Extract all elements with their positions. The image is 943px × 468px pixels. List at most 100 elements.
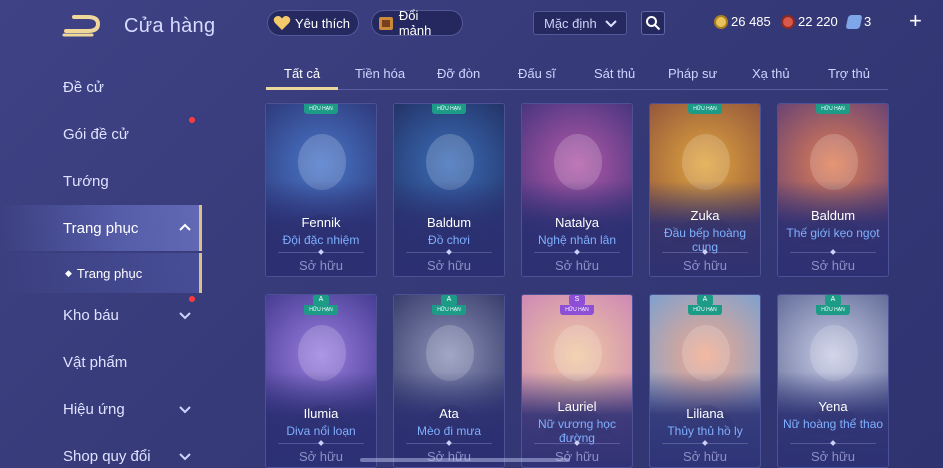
heart-icon [272,13,292,33]
skin-card[interactable]: HỮU HẠN Fennik Đội đặc nhiệm Sở hữu [265,103,377,277]
hero-name: Fennik [301,215,341,230]
card-divider [534,252,620,253]
ticket-icon [845,14,863,29]
owned-status: Sở hữu [683,449,727,464]
sidebar-item-label: Gói đề cử [63,125,129,143]
skin-name: Nghệ nhân lân [537,233,617,247]
owned-status: Sở hữu [811,449,855,464]
grade-badge: A [441,295,457,305]
notification-dot [189,117,195,123]
tab-evolving[interactable]: Tiền hóa [355,66,405,81]
sidebar-item-label: Kho báu [63,306,119,324]
sidebar-item-label: Tướng [63,172,109,190]
chevron-down-icon [604,16,618,33]
sidebar-item-treasure[interactable]: Kho báu [0,292,202,338]
sidebar-item-recommended[interactable]: Đề cử [0,64,202,110]
grade-badge: A [825,295,841,305]
chevron-up-icon [178,220,192,238]
tab-assassin[interactable]: Sát thủ [594,66,635,81]
grade-badge: A [697,295,713,305]
skin-card[interactable]: HỮU HẠN Baldum Đồ chơi Sở hữu [393,103,505,277]
ticket-balance: 3 [845,14,871,29]
grade-badge: S [569,295,585,305]
tab-marksman[interactable]: Xạ thủ [752,66,790,81]
skin-name: Thủy thủ hồ ly [667,424,743,438]
owned-status: Sở hữu [555,258,599,273]
limited-badge: HỮU HẠN [688,104,722,114]
card-divider [790,252,876,253]
skin-card[interactable]: HỮU HẠN S Lauriel Nữ vương học đường Sở hữu [521,294,633,468]
bullet-icon: ◆ [65,267,72,278]
card-divider [278,443,364,444]
card-divider [406,443,492,444]
sidebar-item-label: Đề cử [63,78,104,96]
skin-card[interactable]: HỮU HẠN A Ilumia Diva nổi loạn Sở hữu [265,294,377,468]
skin-card[interactable]: HỮU HẠN A Ata Mèo đi mưa Sở hữu [393,294,505,468]
sidebar-subitem-skins[interactable]: ◆ Trang phục [0,253,202,293]
sidebar-item-label: Hiệu ứng [63,400,125,418]
voucher-balance: 22 220 [781,14,838,29]
card-divider [278,252,364,253]
owned-status: Sở hữu [299,449,343,464]
hero-name: Ilumia [303,406,339,421]
owned-status: Sở hữu [427,258,471,273]
skin-card[interactable]: Natalya Nghệ nhân lân Sở hữu [521,103,633,277]
back-button[interactable] [62,13,106,39]
skin-card[interactable]: HỮU HẠN A Yena Nữ hoàng thể thao Sở hữu [777,294,889,468]
skin-name: Diva nổi loạn [286,424,356,438]
hero-name: Zuka [690,208,720,223]
sidebar-subitem-label: Trang phục [76,265,143,281]
page-title: Cửa hàng [124,15,216,37]
sidebar-item-label: Trang phục [63,219,139,237]
limited-badge: HỮU HẠN [688,305,722,315]
search-button[interactable] [641,11,665,35]
tab-fighter[interactable]: Đấu sĩ [518,66,556,81]
card-divider [662,443,748,444]
back-arrow-icon [62,15,101,37]
shard-box-icon [376,13,396,33]
gold-amount: 26 485 [731,14,771,29]
exchange-label: Đổi mảnh [398,8,432,38]
hero-name: Ata [439,406,459,421]
exchange-shards-button[interactable]: Đổi mảnh [371,8,463,38]
grade-badge: A [313,295,329,305]
plus-icon: + [909,8,922,33]
hero-name: Liliana [686,406,724,421]
voucher-amount: 22 220 [798,14,838,29]
search-icon [646,16,661,31]
sidebar-item-label: Vật phẩm [63,353,128,371]
chevron-down-icon [178,402,192,420]
chevron-down-icon [178,449,192,467]
sidebar-item-heroes[interactable]: Tướng [0,158,202,204]
gold-balance: 26 485 [714,14,771,29]
sidebar-item-effects[interactable]: Hiệu ứng [0,386,202,432]
notification-dot [189,296,195,302]
scroll-indicator [360,458,570,462]
sidebar-item-exchange-shop[interactable]: Shop quy đổi [0,433,202,468]
sidebar-item-recommended-packs[interactable]: Gói đề cử [0,111,202,157]
skin-card[interactable]: HỮU HẠN A Liliana Thủy thủ hồ ly Sở hữu [649,294,761,468]
sort-dropdown[interactable]: Mặc định [533,11,627,35]
skin-name: Nữ hoàng thể thao [782,417,884,431]
hero-name: Baldum [810,208,856,223]
tab-all[interactable]: Tất cả [284,66,320,81]
top-bar: Cửa hàng Yêu thích Đổi mảnh Mặc định 26 … [0,0,943,50]
sort-selected-value: Mặc định [544,15,597,31]
card-divider [790,443,876,444]
limited-badge: HỮU HẠN [816,305,850,315]
owned-status: Sở hữu [683,258,727,273]
skin-card[interactable]: HỮU HẠN Baldum Thế giới kẹo ngọt Sở hữu [777,103,889,277]
owned-status: Sở hữu [299,258,343,273]
skin-name: Thế giới kẹo ngọt [786,226,880,240]
tab-mage[interactable]: Pháp sư [668,66,717,81]
hero-name: Natalya [554,215,600,230]
active-tab-indicator [266,87,338,90]
favorites-button[interactable]: Yêu thích [267,10,359,36]
tab-tank[interactable]: Đỡ đòn [437,66,480,81]
tab-support[interactable]: Trợ thủ [828,66,870,81]
sidebar-item-items[interactable]: Vật phẩm [0,339,202,385]
add-currency-button[interactable]: + [909,8,922,33]
sidebar-item-skins[interactable]: Trang phục [0,205,202,251]
category-tabs: Tất cả Tiền hóa Đỡ đòn Đấu sĩ Sát thủ Ph… [266,60,888,90]
skin-card[interactable]: HỮU HẠN Zuka Đầu bếp hoàng cung Sở hữu [649,103,761,277]
